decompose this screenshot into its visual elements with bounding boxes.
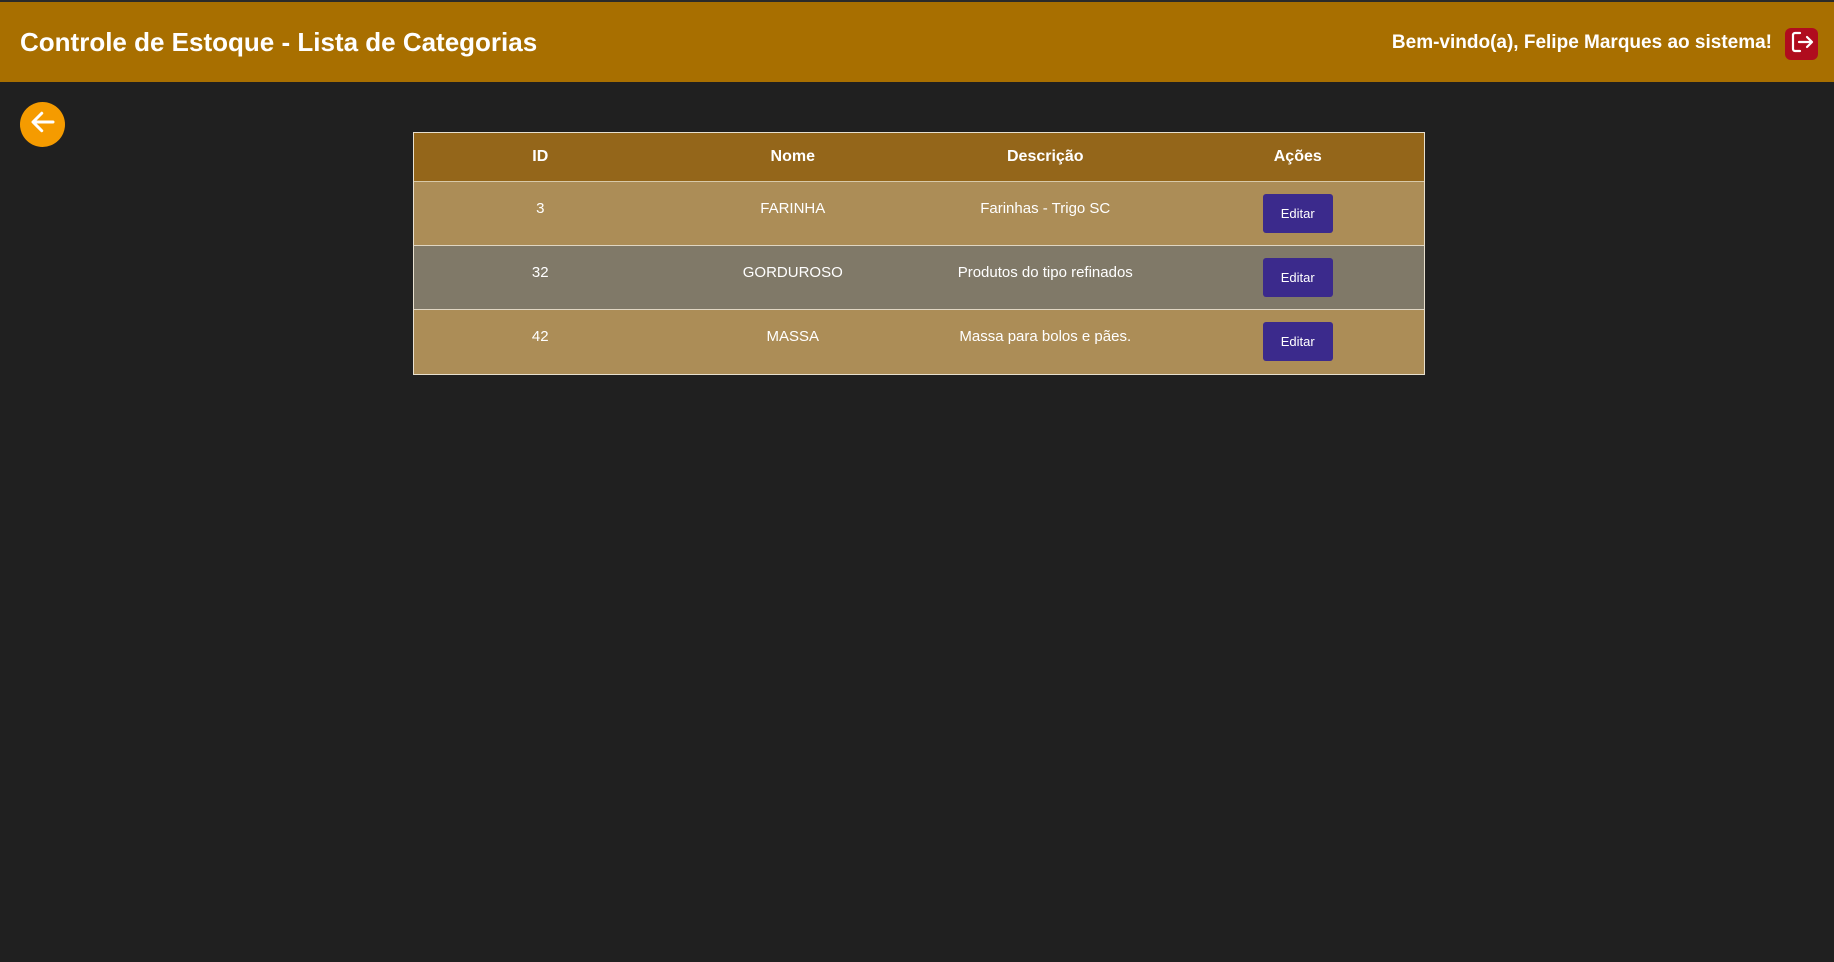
column-header-id: ID: [414, 133, 667, 182]
column-header-acoes: Ações: [1171, 133, 1424, 182]
table-row: 42 MASSA Massa para bolos e pães. Editar: [414, 309, 1424, 374]
cell-descricao: Massa para bolos e pães.: [919, 309, 1172, 374]
page-title: Controle de Estoque - Lista de Categoria…: [20, 27, 538, 57]
cell-actions: Editar: [1171, 245, 1424, 310]
cell-actions: Editar: [1171, 309, 1424, 374]
cell-nome: GORDUROSO: [666, 245, 919, 310]
table-row: 3 FARINHA Farinhas - Trigo SC Editar: [414, 181, 1424, 246]
arrow-left-icon: [28, 107, 58, 142]
cell-descricao: Farinhas - Trigo SC: [919, 181, 1172, 246]
column-header-descricao: Descrição: [919, 133, 1172, 182]
cell-actions: Editar: [1171, 181, 1424, 246]
cell-id: 32: [414, 245, 667, 310]
table-header-row: ID Nome Descrição Ações: [414, 133, 1424, 182]
categories-table: ID Nome Descrição Ações 3 FARINHA Farinh…: [413, 132, 1425, 375]
app-header: Controle de Estoque - Lista de Categoria…: [0, 0, 1834, 82]
welcome-message: Bem-vindo(a), Felipe Marques ao sistema!: [1391, 32, 1772, 53]
edit-button[interactable]: Editar: [1262, 258, 1333, 297]
table-row: 32 GORDUROSO Produtos do tipo refinados …: [414, 245, 1424, 310]
logout-button[interactable]: [1785, 28, 1818, 60]
back-button[interactable]: [20, 102, 65, 147]
column-header-nome: Nome: [666, 133, 919, 182]
cell-nome: MASSA: [666, 309, 919, 374]
edit-button[interactable]: Editar: [1262, 322, 1333, 361]
logout-icon: [1790, 30, 1814, 59]
cell-id: 3: [414, 181, 667, 246]
cell-descricao: Produtos do tipo refinados: [919, 245, 1172, 310]
edit-button[interactable]: Editar: [1262, 194, 1333, 233]
cell-nome: FARINHA: [666, 181, 919, 246]
cell-id: 42: [414, 309, 667, 374]
